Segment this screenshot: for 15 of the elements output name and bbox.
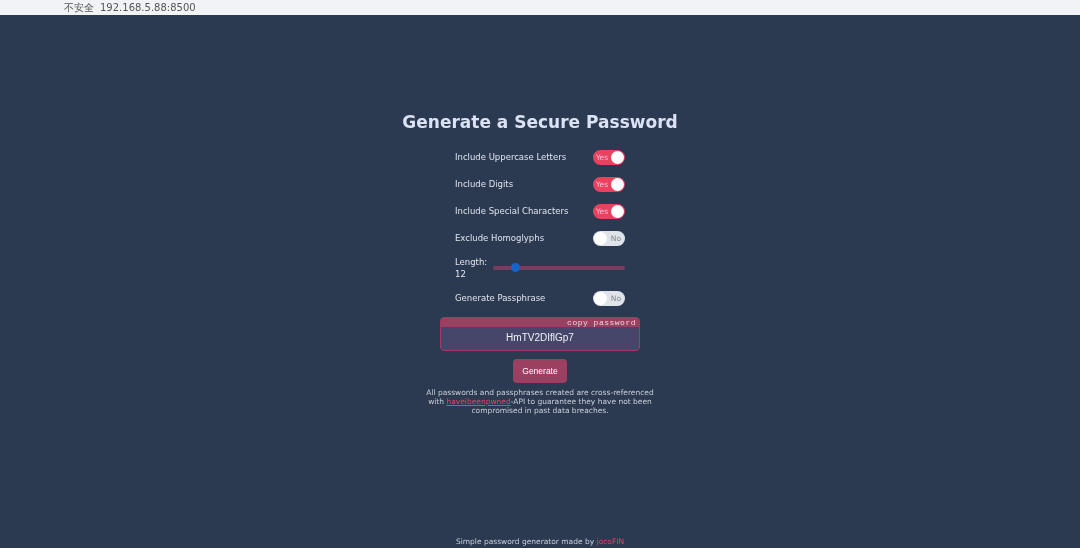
- page-title: Generate a Secure Password: [402, 112, 678, 132]
- length-value: 12: [455, 268, 467, 280]
- slider-thumb[interactable]: [511, 263, 521, 272]
- address-text[interactable]: 192.168.5.88:8500: [100, 1, 196, 14]
- password-text: HmTV2DIflGp7: [505, 331, 575, 345]
- security-label: 不安全: [64, 1, 94, 14]
- option-label: Include Digits: [455, 179, 514, 189]
- copy-password-button[interactable]: copy password: [441, 318, 639, 327]
- length-label: Length:: [455, 256, 485, 268]
- generate-button[interactable]: Generate: [513, 359, 567, 383]
- option-label: Generate Passphrase: [455, 293, 546, 303]
- length-slider[interactable]: [493, 266, 625, 270]
- option-label: Include Special Characters: [455, 206, 569, 216]
- option-label: Include Uppercase Letters: [455, 152, 567, 162]
- option-label: Exclude Homoglyphs: [455, 233, 545, 243]
